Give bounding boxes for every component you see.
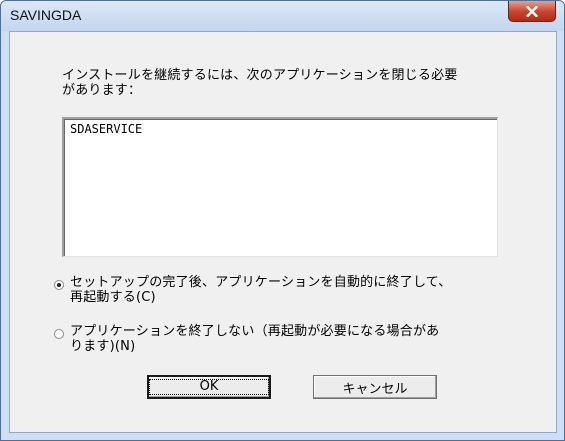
- instruction-message: インストールを継続するには、次のアプリケーションを閉じる必要 があります：: [62, 68, 502, 98]
- title-bar[interactable]: SAVINGDA: [1, 1, 564, 31]
- radio-do-not-close-label-line-1: アプリケーションを終了しない（再起動が必要になる場合があ: [70, 324, 440, 339]
- list-item[interactable]: SDASERVICE: [70, 122, 142, 136]
- radio-restart-apps-label[interactable]: セットアップの完了後、アプリケーションを自動的に終了して、 再起動する(C): [70, 275, 515, 305]
- radio-restart-apps-label-line-1: セットアップの完了後、アプリケーションを自動的に終了して、: [70, 275, 452, 290]
- message-line-1: インストールを継続するには、次のアプリケーションを閉じる必要: [62, 68, 458, 83]
- message-line-2: があります：: [62, 83, 142, 98]
- radio-do-not-close-label-line-2: ります)(N): [70, 339, 136, 354]
- application-listbox[interactable]: SDASERVICE: [62, 117, 498, 257]
- ok-button-label: OK: [148, 379, 270, 395]
- window-title: SAVINGDA: [10, 7, 82, 23]
- ok-button[interactable]: OK: [147, 375, 271, 399]
- close-icon: [526, 5, 538, 17]
- radio-restart-apps-label-line-2: 再起動する(C): [70, 290, 156, 305]
- cancel-button[interactable]: キャンセル: [313, 375, 437, 399]
- radio-restart-apps-indicator[interactable]: [54, 280, 64, 290]
- close-button[interactable]: [508, 1, 556, 22]
- dialog-body: インストールを継続するには、次のアプリケーションを閉じる必要 があります： SD…: [9, 31, 557, 433]
- dialog-window: SAVINGDA インストールを継続するには、次のアプリケーションを閉じる必要 …: [0, 0, 565, 441]
- radio-do-not-close-indicator[interactable]: [54, 329, 64, 339]
- radio-do-not-close-label[interactable]: アプリケーションを終了しない（再起動が必要になる場合があ ります)(N): [70, 324, 515, 354]
